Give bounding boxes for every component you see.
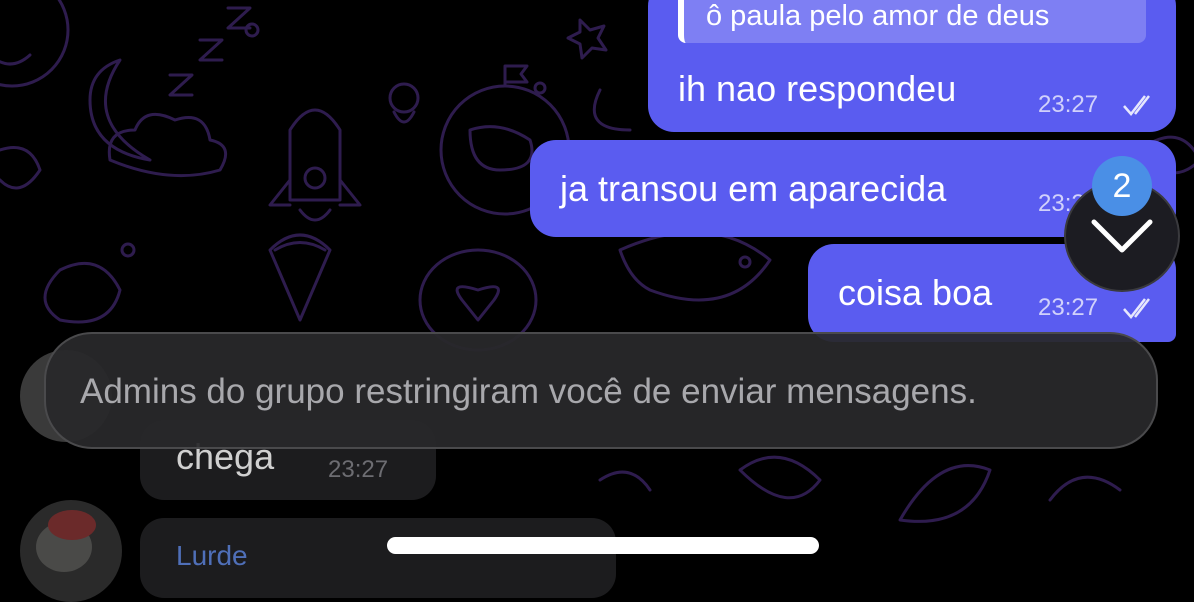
message-text: ja transou em aparecida	[560, 168, 947, 209]
message-text: coisa boa	[838, 272, 993, 313]
read-checkmarks-icon	[1123, 95, 1150, 116]
read-checkmarks-icon	[1123, 298, 1150, 319]
message-text: ih nao respondeu	[678, 68, 957, 109]
reply-quote[interactable]: ô paula pelo amor de deus	[678, 0, 1146, 43]
restriction-banner-text: Admins do grupo restringiram você de env…	[80, 372, 977, 411]
message-sender: Lurde	[176, 540, 248, 571]
message-time: 23:27	[1038, 91, 1099, 118]
message-time: 23:27	[328, 456, 389, 483]
avatar[interactable]	[20, 500, 122, 602]
chevron-down-icon	[1091, 219, 1153, 253]
restriction-banner: Admins do grupo restringiram você de env…	[44, 332, 1158, 449]
message-time: 23:27	[1038, 294, 1099, 321]
home-indicator[interactable]	[387, 537, 819, 554]
unread-count-badge: 2	[1092, 156, 1152, 216]
reply-quote-text: ô paula pelo amor de deus	[706, 0, 1050, 32]
